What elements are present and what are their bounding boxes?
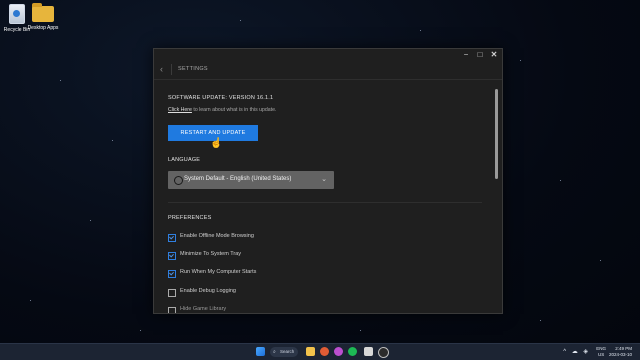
preferences-title: PREFERENCES [168, 215, 212, 221]
section-divider [168, 202, 482, 203]
option-label: Minimize To System Tray [180, 251, 242, 257]
desktop-icon-desktop-apps[interactable]: Desktop Apps [26, 3, 60, 31]
option-label: Enable Debug Logging [180, 288, 236, 294]
software-update-title: SOFTWARE UPDATE: VERSION 16.1.1 [168, 95, 274, 101]
checkbox[interactable] [168, 234, 176, 242]
maximize-button[interactable]: □ [474, 49, 486, 61]
language-title: LANGUAGE [168, 157, 201, 163]
option-label: Enable Offline Mode Browsing [180, 233, 254, 239]
hand-cursor-icon: ☝ [210, 138, 223, 149]
app-icon[interactable] [334, 347, 343, 356]
globe-icon [174, 176, 183, 185]
checkbox[interactable] [168, 307, 176, 313]
back-icon[interactable]: ‹ [160, 64, 163, 74]
close-button[interactable]: ✕ [488, 49, 500, 61]
taskbar-search[interactable]: ⌕ Search [270, 347, 298, 357]
chevron-down-icon: ⌄ [321, 176, 327, 183]
browser-icon[interactable] [320, 347, 329, 356]
settings-content: SOFTWARE UPDATE: VERSION 16.1.1 Click He… [168, 89, 482, 313]
language-select[interactable]: System Default - English (United States)… [168, 171, 334, 189]
search-icon: ⌕ [273, 349, 276, 355]
checkbox[interactable] [168, 252, 176, 260]
scrollbar[interactable] [495, 89, 498, 179]
language-selected-value: System Default - English (United States) [184, 176, 292, 182]
update-note: Click Here to learn about what is in thi… [168, 107, 276, 113]
page-title: SETTINGS [178, 66, 208, 72]
settings-header: ‹ SETTINGS [154, 61, 502, 80]
date: 2024-03-10 [608, 352, 632, 357]
settings-window: − □ ✕ ‹ SETTINGS SOFTWARE UPDATE: VERSIO… [153, 48, 503, 314]
folder-icon [32, 3, 54, 22]
checkbox[interactable] [168, 289, 176, 297]
clock[interactable]: 2:49 PM 2024-03-10 [609, 346, 632, 358]
checkbox[interactable] [168, 270, 176, 278]
minimize-button[interactable]: − [460, 49, 472, 61]
spotify-icon[interactable] [348, 347, 357, 356]
app-icon[interactable] [378, 347, 389, 358]
desktop-icon-label: Desktop Apps [27, 25, 59, 31]
system-tray-icons[interactable]: ^ ☁ ◈ [563, 348, 590, 355]
search-label: Search [280, 349, 295, 354]
option-label: Run When My Computer Starts [180, 269, 257, 275]
update-note-text: to learn about what is in this update. [191, 107, 277, 113]
option-label: Hide Game Library [180, 306, 227, 312]
taskbar: ⌕ Search ^ ☁ ◈ ENG US 2:49 PM 2024-03-10 [0, 343, 640, 360]
input-language[interactable]: ENG US [596, 346, 606, 358]
title-bar[interactable]: − □ ✕ [154, 49, 502, 61]
start-button[interactable] [256, 347, 265, 356]
header-divider [171, 64, 172, 75]
launcher-icon[interactable] [364, 347, 373, 356]
click-here-link[interactable]: Click Here [168, 107, 192, 113]
region-code: US [597, 352, 605, 357]
file-explorer-icon[interactable] [306, 347, 315, 356]
recycle-bin-icon [9, 4, 25, 24]
